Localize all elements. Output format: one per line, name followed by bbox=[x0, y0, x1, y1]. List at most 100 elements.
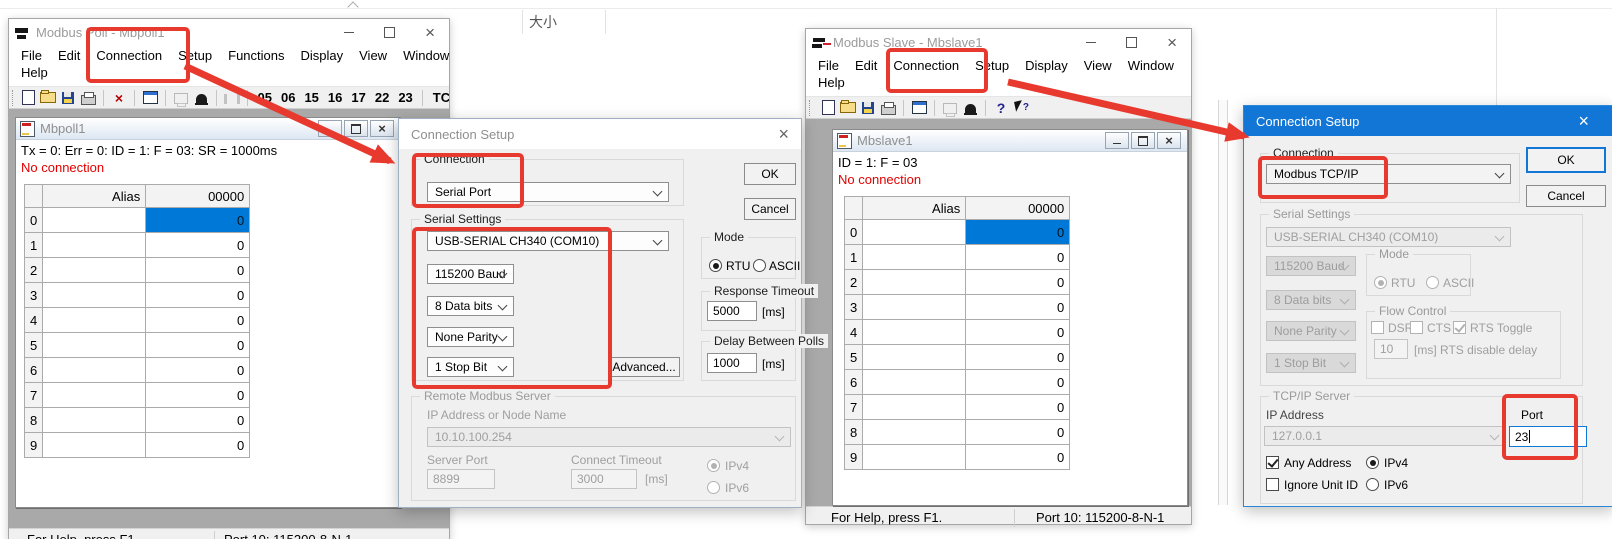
connection-type-dropdown[interactable]: Serial Port bbox=[427, 182, 669, 202]
row-header[interactable]: 8 bbox=[845, 420, 863, 445]
menu-connection[interactable]: Connection bbox=[885, 57, 967, 74]
row-header[interactable]: 5 bbox=[845, 345, 863, 370]
parity-dropdown[interactable]: None Parity bbox=[427, 327, 514, 347]
menu-view[interactable]: View bbox=[351, 47, 395, 64]
menu-help[interactable]: Help bbox=[13, 64, 56, 81]
page-scrollbar-track[interactable] bbox=[1218, 100, 1228, 505]
mbslave1-titlebar[interactable]: Mbslave1 × bbox=[833, 130, 1187, 152]
alias-cell[interactable] bbox=[863, 270, 966, 295]
alias-cell[interactable] bbox=[863, 420, 966, 445]
save-icon[interactable] bbox=[859, 100, 877, 116]
ok-button[interactable]: OK bbox=[1526, 147, 1606, 173]
dialog-titlebar[interactable]: Connection Setup × bbox=[1244, 106, 1612, 136]
alias-column-header[interactable]: Alias bbox=[43, 185, 146, 208]
value-cell[interactable]: 0 bbox=[146, 383, 250, 408]
value-cell[interactable]: 0 bbox=[146, 233, 250, 258]
value-cell[interactable]: 0 bbox=[146, 358, 250, 383]
slave-titlebar[interactable]: Modbus Slave - Mbslave1 × bbox=[806, 29, 1191, 56]
row-header[interactable]: 3 bbox=[845, 295, 863, 320]
menu-help[interactable]: Help bbox=[810, 74, 853, 91]
row-header[interactable]: 7 bbox=[25, 383, 43, 408]
minimize-icon[interactable] bbox=[344, 32, 354, 33]
connection-type-dropdown[interactable]: Modbus TCP/IP bbox=[1266, 164, 1511, 184]
alias-cell[interactable] bbox=[43, 233, 146, 258]
delete-icon[interactable]: × bbox=[110, 90, 128, 106]
menu-edit[interactable]: Edit bbox=[847, 57, 885, 74]
menu-display[interactable]: Display bbox=[1017, 57, 1076, 74]
ipv4-radio[interactable] bbox=[707, 459, 720, 472]
row-header[interactable]: 2 bbox=[845, 270, 863, 295]
ok-button[interactable]: OK bbox=[744, 163, 796, 185]
value-cell[interactable]: 0 bbox=[966, 345, 1070, 370]
new-file-icon[interactable] bbox=[819, 100, 837, 116]
doc-close-icon[interactable]: × bbox=[1157, 132, 1181, 149]
setup-window-icon[interactable] bbox=[141, 90, 159, 106]
value-cell[interactable]: 0 bbox=[146, 258, 250, 283]
corner-header[interactable] bbox=[845, 197, 863, 220]
func-15-button[interactable]: 15 bbox=[301, 90, 322, 105]
menu-connection[interactable]: Connection bbox=[88, 47, 170, 64]
open-file-icon[interactable] bbox=[39, 90, 57, 106]
advanced-button[interactable]: Advanced... bbox=[608, 357, 680, 377]
collapse-caret-icon[interactable] bbox=[347, 1, 358, 12]
server-port-input[interactable]: 8899 bbox=[427, 469, 495, 489]
alias-column-header[interactable]: Alias bbox=[863, 197, 966, 220]
ipv4-radio[interactable] bbox=[1366, 456, 1379, 469]
any-address-checkbox[interactable] bbox=[1266, 456, 1279, 469]
stop-bits-dropdown[interactable]: 1 Stop Bit bbox=[427, 357, 514, 377]
alias-cell[interactable] bbox=[863, 370, 966, 395]
toolbar-grip[interactable] bbox=[12, 90, 13, 106]
alias-cell[interactable] bbox=[43, 308, 146, 333]
communication-bell-icon[interactable] bbox=[961, 100, 979, 116]
dialog-titlebar[interactable]: Connection Setup × bbox=[399, 119, 801, 149]
doc-close-icon[interactable]: × bbox=[370, 120, 394, 137]
alias-cell[interactable] bbox=[863, 295, 966, 320]
close-icon[interactable]: × bbox=[778, 126, 789, 142]
poll-device-icon[interactable] bbox=[172, 90, 190, 106]
close-icon[interactable]: × bbox=[425, 28, 435, 38]
new-file-icon[interactable] bbox=[19, 90, 37, 106]
alias-cell[interactable] bbox=[863, 395, 966, 420]
row-header[interactable]: 3 bbox=[25, 283, 43, 308]
alias-cell[interactable] bbox=[43, 283, 146, 308]
menu-view[interactable]: View bbox=[1076, 57, 1120, 74]
maximize-icon[interactable] bbox=[1126, 37, 1137, 48]
poll-titlebar[interactable]: Modbus Poll - Mbpoll1 × bbox=[9, 19, 449, 46]
menu-edit[interactable]: Edit bbox=[50, 47, 88, 64]
data-bits-dropdown[interactable]: 8 Data bits bbox=[427, 296, 514, 316]
ip-address-dropdown[interactable]: 127.0.0.1 bbox=[1264, 426, 1506, 446]
row-header[interactable]: 0 bbox=[845, 220, 863, 245]
doc-restore-icon[interactable] bbox=[1131, 132, 1155, 149]
save-icon[interactable] bbox=[59, 90, 77, 106]
row-header[interactable]: 4 bbox=[25, 308, 43, 333]
row-header[interactable]: 8 bbox=[25, 408, 43, 433]
link-icon[interactable] bbox=[223, 90, 241, 106]
row-header[interactable]: 9 bbox=[25, 433, 43, 458]
menu-window[interactable]: Window bbox=[1120, 57, 1182, 74]
help-icon[interactable]: ? bbox=[992, 100, 1010, 116]
menu-setup[interactable]: Setup bbox=[967, 57, 1017, 74]
port-input[interactable]: 23 bbox=[1509, 426, 1587, 447]
context-help-cursor-icon[interactable] bbox=[1012, 100, 1030, 116]
value-cell[interactable]: 0 bbox=[966, 270, 1070, 295]
alias-cell[interactable] bbox=[43, 383, 146, 408]
ipv6-radio[interactable] bbox=[1366, 478, 1379, 491]
response-timeout-input[interactable]: 5000 bbox=[707, 301, 757, 321]
print-icon[interactable] bbox=[879, 100, 897, 116]
value-cell[interactable]: 0 bbox=[966, 320, 1070, 345]
row-header[interactable]: 2 bbox=[25, 258, 43, 283]
alias-cell[interactable] bbox=[863, 445, 966, 470]
alias-cell[interactable] bbox=[863, 320, 966, 345]
alias-cell[interactable] bbox=[863, 345, 966, 370]
alias-cell[interactable] bbox=[43, 208, 146, 233]
func-23-button[interactable]: 23 bbox=[395, 90, 416, 105]
alias-cell[interactable] bbox=[43, 358, 146, 383]
row-header[interactable]: 9 bbox=[845, 445, 863, 470]
register-column-header[interactable]: 00000 bbox=[146, 185, 250, 208]
register-column-header[interactable]: 00000 bbox=[966, 197, 1070, 220]
menu-functions[interactable]: Functions bbox=[220, 47, 292, 64]
value-cell[interactable]: 0 bbox=[146, 433, 250, 458]
maximize-icon[interactable] bbox=[384, 27, 395, 38]
value-cell[interactable]: 0 bbox=[966, 420, 1070, 445]
value-cell[interactable]: 0 bbox=[146, 333, 250, 358]
